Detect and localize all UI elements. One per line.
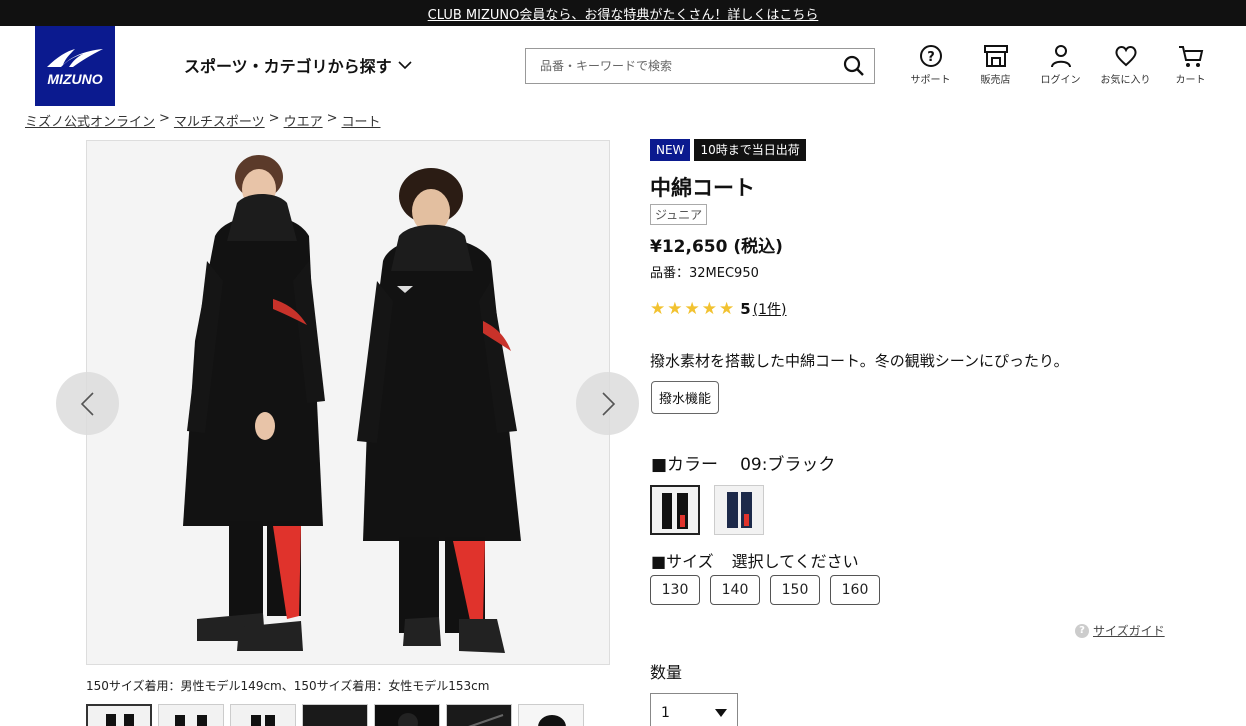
gallery-prev-button[interactable] — [56, 372, 119, 435]
thumbnail[interactable] — [446, 704, 512, 726]
logo-wordmark: MIZUNO — [47, 71, 103, 87]
search-button[interactable] — [834, 49, 874, 83]
dropdown-caret-icon — [715, 709, 727, 717]
breadcrumb-separator: > — [159, 111, 170, 126]
breadcrumb-item[interactable]: コート — [342, 111, 381, 130]
rating-score: 5 — [740, 300, 751, 318]
thumbnail-image — [447, 705, 511, 726]
quantity-label: 数量 — [650, 663, 683, 682]
thumbnail[interactable] — [518, 704, 584, 726]
size-option-150[interactable]: 150 — [770, 575, 820, 605]
promo-link[interactable]: CLUB MIZUNO会員なら、お得な特典がたくさん！詳しくはこちら — [428, 4, 819, 23]
breadcrumb: ミズノ公式オンライン > マルチスポーツ > ウエア > コート — [25, 111, 381, 130]
login-label: ログイン — [1040, 75, 1081, 86]
size-option-160[interactable]: 160 — [830, 575, 880, 605]
star-icon: ★ — [719, 299, 735, 319]
swatch-image — [715, 486, 763, 534]
thumbnail[interactable] — [302, 704, 368, 726]
cart-label: カート — [1175, 75, 1206, 86]
swatch-image — [652, 487, 698, 533]
search-input[interactable] — [526, 49, 834, 83]
promo-bar: CLUB MIZUNO会員なら、お得な特典がたくさん！詳しくはこちら — [0, 0, 1246, 26]
review-count-link[interactable]: (1件) — [753, 299, 787, 319]
product-photo-models — [87, 141, 609, 664]
chevron-right-icon — [601, 391, 615, 416]
breadcrumb-separator: > — [268, 111, 280, 126]
product-rating: ★ ★ ★ ★ ★ 5 (1件) — [650, 299, 787, 319]
thumbnail[interactable] — [230, 704, 296, 726]
quantity-select[interactable]: 1 — [650, 693, 738, 726]
star-icon: ★ — [701, 299, 717, 319]
color-swatches — [650, 485, 764, 535]
thumbnail[interactable] — [374, 704, 440, 726]
part-number: 品番：32MEC950 — [650, 266, 759, 281]
color-selector-label: ■カラー 09:ブラック — [651, 450, 835, 475]
gallery-next-button[interactable] — [576, 372, 639, 435]
product-price: ¥12,650 (税込) — [650, 237, 783, 257]
question-icon: ? — [1075, 623, 1089, 638]
svg-text:?: ? — [927, 50, 935, 65]
product-description: 撥水素材を搭載した中綿コート。冬の観戦シーンにぴったり。 — [650, 352, 1069, 370]
breadcrumb-item[interactable]: マルチスポーツ — [174, 111, 265, 130]
badge-new: NEW — [650, 139, 691, 161]
size-guide-link[interactable]: サイズガイド — [1093, 622, 1165, 639]
search-icon — [843, 55, 864, 76]
product-tag: ジュニア — [650, 204, 708, 225]
color-swatch-black[interactable] — [650, 485, 700, 535]
runbird-logo-icon — [47, 49, 103, 67]
thumbnail-image — [159, 705, 223, 726]
thumbnail-image — [88, 706, 150, 726]
breadcrumb-item[interactable]: ミズノ公式オンライン — [25, 111, 155, 130]
login-link[interactable]: ログイン — [1028, 44, 1093, 86]
store-link[interactable]: 販売店 — [963, 44, 1028, 86]
color-label: ■カラー — [651, 455, 719, 475]
category-nav[interactable]: スポーツ・カテゴリから探す — [184, 53, 412, 77]
star-icon: ★ — [650, 299, 666, 319]
cart-icon — [1178, 46, 1203, 67]
help-circle-icon: ? — [919, 45, 942, 67]
category-nav-label: スポーツ・カテゴリから探す — [184, 57, 392, 76]
image-caption: 150サイズ着用：男性モデル149cm、150サイズ着用：女性モデル153cm — [86, 679, 490, 693]
user-icon — [1050, 45, 1071, 68]
header-icons: ? サポート 販売店 ログイン お気に入り カート — [898, 44, 1223, 86]
search-box — [525, 48, 875, 84]
support-link[interactable]: ? サポート — [898, 44, 963, 86]
support-label: サポート — [910, 75, 951, 86]
cart-link[interactable]: カート — [1158, 44, 1223, 86]
chevron-left-icon — [80, 391, 94, 416]
thumbnail-image — [519, 705, 583, 726]
size-options: 130 140 150 160 — [650, 575, 880, 605]
star-icon: ★ — [667, 299, 683, 319]
thumbnail[interactable] — [86, 704, 152, 726]
size-option-140[interactable]: 140 — [710, 575, 760, 605]
thumbnail-strip — [86, 704, 584, 726]
color-value: 09:ブラック — [740, 455, 836, 475]
thumbnail-image — [303, 705, 367, 726]
favorites-label: お気に入り — [1100, 75, 1151, 86]
breadcrumb-item[interactable]: ウエア — [284, 111, 323, 130]
badge-same-day-shipping: 10時まで当日出荷 — [694, 139, 806, 161]
brand-logo[interactable]: MIZUNO — [35, 26, 115, 106]
heart-icon — [1114, 46, 1137, 67]
product-badges: NEW 10時まで当日出荷 — [650, 139, 806, 161]
store-icon — [983, 45, 1008, 67]
feature-tag[interactable]: 撥水機能 — [651, 381, 720, 414]
breadcrumb-separator: > — [326, 111, 338, 126]
product-title: 中綿コート — [650, 176, 755, 200]
size-guide: ? サイズガイド — [1075, 622, 1165, 639]
size-option-130[interactable]: 130 — [650, 575, 700, 605]
star-icon: ★ — [684, 299, 700, 319]
color-swatch-navy[interactable] — [714, 485, 764, 535]
thumbnail[interactable] — [158, 704, 224, 726]
size-prompt: 選択してください — [731, 552, 859, 571]
size-selector-label: ■サイズ 選択してください — [651, 548, 859, 572]
product-image[interactable] — [86, 140, 610, 665]
thumbnail-image — [231, 705, 295, 726]
size-label: ■サイズ — [651, 552, 714, 571]
favorites-link[interactable]: お気に入り — [1093, 44, 1158, 86]
store-label: 販売店 — [980, 75, 1011, 86]
chevron-down-icon — [398, 61, 412, 70]
thumbnail-image — [375, 705, 439, 726]
quantity-value: 1 — [661, 705, 670, 721]
